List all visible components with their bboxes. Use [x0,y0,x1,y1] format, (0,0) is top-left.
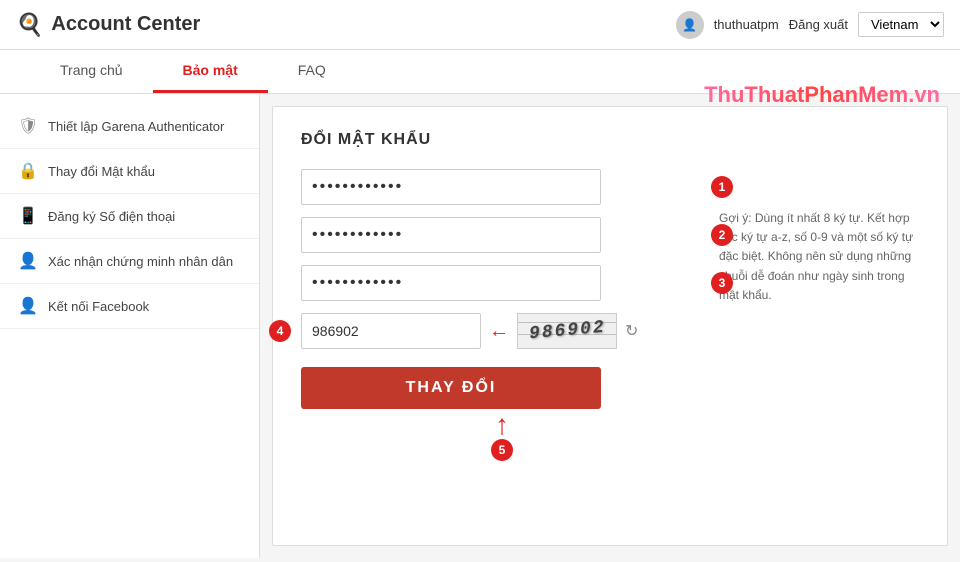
captcha-input[interactable] [301,313,481,349]
new-password-input[interactable] [301,217,601,253]
header-right: 👤 thuthuatpm Đăng xuất Vietnam [676,11,944,39]
logout-button[interactable]: Đăng xuất [789,17,848,32]
lock-icon: 🔒 [18,161,38,181]
hint-box: Gợi ý: Dùng ít nhất 8 ký tự. Kết hợp các… [719,169,919,409]
step5-arrow-icon: ↑ [495,411,509,439]
content-area: ĐỔI MẬT KHẨU 1 2 3 [272,106,948,546]
captcha-row: 4 ← 986902 ↻ [301,313,703,349]
step-badge-3: 3 [711,272,733,294]
captcha-image: 986902 [517,313,617,349]
sidebar-item-facebook[interactable]: 👤 Kết nối Facebook [0,284,259,329]
country-select[interactable]: Vietnam [858,12,944,37]
username-label: thuthuatpm [714,17,779,32]
sidebar-item-label: Đăng ký Số điện thoại [48,209,175,224]
submit-button[interactable]: THAY ĐỔI [301,367,601,409]
avatar-icon: 👤 [682,18,697,32]
tab-faq[interactable]: FAQ [268,50,356,93]
phone-icon: 📱 [18,206,38,226]
sidebar-item-label: Thiết lập Garena Authenticator [48,119,224,134]
step-badge-5: 5 [491,439,513,461]
sidebar: 🛡 Thiết lập Garena Authenticator 🔒 Thay … [0,94,260,558]
sidebar-item-phone[interactable]: 📱 Đăng ký Số điện thoại [0,194,259,239]
step-badge-1: 1 [711,176,733,198]
field-row-1: 1 [301,169,703,205]
facebook-icon: 👤 [18,296,38,316]
sidebar-item-password[interactable]: 🔒 Thay đổi Mật khẩu [0,149,259,194]
app-title: Account Center [51,13,200,36]
field-row-3: 3 [301,265,703,301]
form-area: 1 2 3 4 ← 986902 [301,169,919,409]
form-fields: 1 2 3 4 ← 986902 [301,169,703,409]
avatar: 👤 [676,11,704,39]
sidebar-item-label: Xác nhận chứng minh nhân dân [48,254,233,269]
step-badge-4: 4 [269,320,291,342]
sidebar-item-id[interactable]: 👤 Xác nhận chứng minh nhân dân [0,239,259,284]
captcha-refresh-icon[interactable]: ↻ [625,321,638,341]
id-icon: 👤 [18,251,38,271]
hint-text: Gợi ý: Dùng ít nhất 8 ký tự. Kết hợp các… [719,211,913,302]
step-badge-2: 2 [711,224,733,246]
field-row-2: 2 [301,217,703,253]
tab-bao-mat[interactable]: Bảo mật [153,50,268,93]
garena-logo-icon: 🍳 [16,12,43,38]
header: 🍳 Account Center 👤 thuthuatpm Đăng xuất … [0,0,960,50]
captcha-text: 986902 [528,318,606,345]
sidebar-item-label: Thay đổi Mật khẩu [48,164,155,179]
submit-btn-row: THAY ĐỔI ↑ 5 [301,367,703,409]
current-password-input[interactable] [301,169,601,205]
tab-trang-chu[interactable]: Trang chủ [30,50,153,93]
nav-tabs: Trang chủ Bảo mật FAQ [0,50,960,94]
confirm-password-input[interactable] [301,265,601,301]
sidebar-item-label: Kết nối Facebook [48,299,149,314]
sidebar-item-authenticator[interactable]: 🛡 Thiết lập Garena Authenticator [0,104,259,149]
main-layout: 🛡 Thiết lập Garena Authenticator 🔒 Thay … [0,94,960,558]
step5-container: ↑ 5 [491,411,513,461]
logo-area: 🍳 Account Center [16,12,200,38]
captcha-arrow-icon: ← [489,320,509,343]
section-title: ĐỔI MẬT KHẨU [301,131,919,149]
shield-icon: 🛡 [18,116,38,136]
